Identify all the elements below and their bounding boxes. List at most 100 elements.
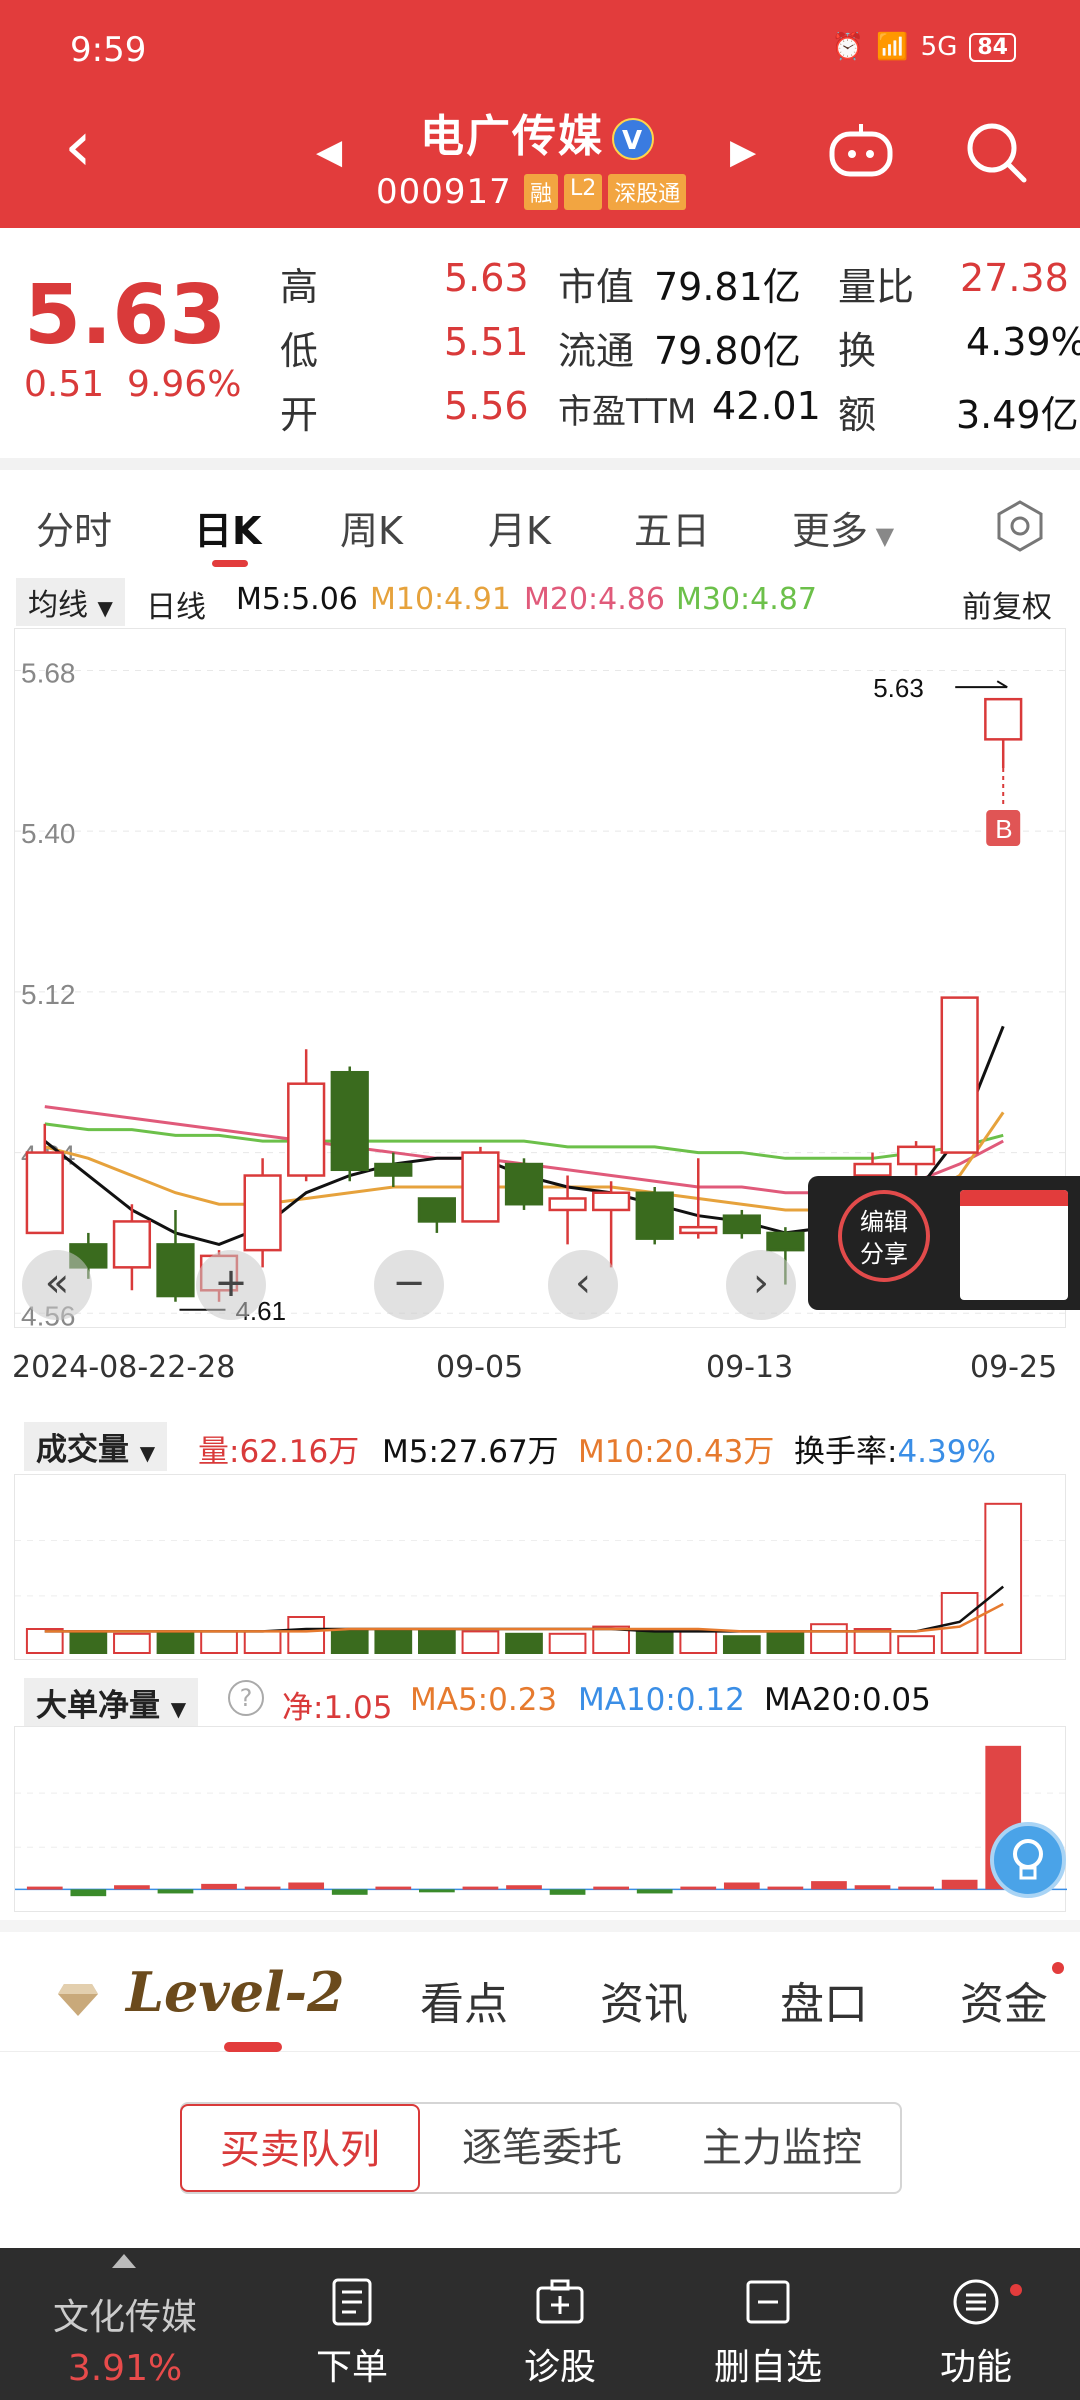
seg-main-monitor[interactable]: 主力监控 (662, 2104, 902, 2192)
next-stock-button[interactable]: ▶ (730, 132, 756, 172)
net-volume-bar (898, 1886, 934, 1890)
volume-ma10-line (44, 1602, 1004, 1633)
bigorder-svg (15, 1745, 1067, 1897)
tips-bulb-button[interactable] (990, 1822, 1066, 1898)
label-volratio: 量比 (838, 265, 915, 309)
section-divider (0, 1920, 1080, 1932)
medical-kit-icon (536, 2279, 584, 2324)
tab-monthly-k[interactable]: 月K (488, 500, 551, 555)
robot-assistant-icon[interactable] (826, 120, 896, 180)
bigorder-dropdown[interactable]: 大单净量 ▼ (24, 1678, 199, 1727)
tab-highlights[interactable]: 看点 (420, 1968, 508, 2032)
sector-info[interactable]: 文化传媒 3.91% (40, 2288, 210, 2389)
volume-bar (722, 1635, 761, 1654)
change-value: 0.51 (24, 364, 105, 405)
net-volume-bar (811, 1881, 847, 1890)
wifi-icon: 📶 (876, 32, 909, 62)
bigorder-ma10: MA10:0.12 (578, 1682, 745, 1718)
sector-name: 文化传媒 (52, 2297, 197, 2338)
tab-capital[interactable]: 资金 (960, 1968, 1048, 2032)
nav-functions[interactable]: 功能 (896, 2276, 1056, 2390)
nav-remove-watchlist-label: 删自选 (713, 2347, 822, 2388)
chevron-down-icon: ▼ (868, 522, 895, 550)
notification-dot (1052, 1962, 1064, 1974)
zoom-in-button[interactable]: + (196, 1250, 266, 1320)
change-pct: 9.96% (127, 364, 242, 405)
tab-more-label: 更多 (792, 509, 869, 553)
back-button[interactable]: ‹ (64, 111, 124, 181)
ma-period: 日线 (146, 590, 206, 625)
tab-daily-k[interactable]: 日K (194, 500, 261, 555)
tab-news[interactable]: 资讯 (600, 1968, 688, 2032)
bottom-nav: 文化传媒 3.91% 下单 诊股 删自选 功能 (0, 2248, 1080, 2400)
sector-pct: 3.91% (67, 2348, 183, 2389)
nav-remove-watchlist[interactable]: 删自选 (688, 2276, 848, 2390)
volume-bar (548, 1632, 587, 1655)
candle-body (417, 1197, 456, 1223)
net-volume-bar (288, 1882, 325, 1890)
net-volume-bar (854, 1885, 891, 1890)
x-tick-2: 09-05 (436, 1350, 524, 1385)
net-volume-bar (70, 1889, 107, 1897)
net-volume-bar (157, 1889, 194, 1894)
ma-dropdown[interactable]: 均线 ▼ (16, 578, 125, 626)
tag-l2: L2 (564, 174, 603, 210)
net-volume-bar (331, 1889, 368, 1895)
stock-name-text: 电广传媒 (420, 111, 604, 162)
tag-margin: 融 (524, 174, 559, 210)
prev-stock-button[interactable]: ◀ (316, 132, 342, 172)
nav-diagnose[interactable]: 诊股 (480, 2276, 640, 2390)
tab-orderbook[interactable]: 盘口 (780, 1968, 868, 2032)
bigorder-chart[interactable] (14, 1726, 1067, 1912)
chart-settings-icon[interactable] (992, 498, 1048, 554)
net-volume-bar (201, 1883, 237, 1890)
volume-bar (200, 1630, 238, 1654)
x-tick-3: 09-13 (706, 1350, 794, 1385)
quote-panel: 5.63 0.51 9.96% 高 5.63 市值 79.81亿 量比 27.3… (0, 228, 1080, 458)
scroll-left-button[interactable]: ‹ (548, 1250, 618, 1320)
high-price-label: 5.63 (873, 673, 924, 703)
candle-body (679, 1225, 718, 1235)
candle-body (896, 1145, 936, 1166)
net-volume-bar (462, 1886, 499, 1890)
candle-body (853, 1162, 892, 1177)
net-volume-bar (680, 1886, 717, 1890)
expand-up-icon[interactable] (112, 2254, 136, 2268)
value-amount: 3.49亿 (956, 393, 1079, 437)
scroll-left-fast-button[interactable]: « (22, 1250, 92, 1320)
seg-tick-orders[interactable]: 逐笔委托 (422, 2104, 662, 2192)
screenshot-thumbnail[interactable] (960, 1190, 1068, 1300)
value-volratio: 27.38 (960, 256, 1069, 300)
status-time: 9:59 (70, 30, 147, 70)
candle-body (287, 1082, 326, 1177)
scroll-right-button[interactable]: › (726, 1250, 796, 1320)
tab-indicator (212, 560, 248, 567)
net-volume-bar (941, 1879, 978, 1890)
ma30-value: M30:4.87 (676, 582, 817, 617)
candle-body (592, 1191, 631, 1212)
volume-chart[interactable] (14, 1474, 1067, 1660)
volume-dropdown[interactable]: 成交量 ▼ (24, 1422, 168, 1471)
ma-dropdown-label: 均线 (28, 588, 88, 623)
edit-share-button[interactable]: 编辑 分享 (838, 1190, 930, 1282)
bigorder-legend: 大单净量 ▼ ? 净:1.05 MA5:0.23 MA10:0.12 MA20:… (0, 1674, 1080, 1730)
tab-intraday[interactable]: 分时 (36, 500, 112, 555)
share-card[interactable]: 编辑 分享 (808, 1176, 1080, 1310)
seg-bid-ask-queue[interactable]: 买卖队列 (180, 2104, 420, 2192)
tab-weekly-k[interactable]: 周K (340, 500, 403, 555)
bigorder-ma5: MA5:0.23 (410, 1682, 558, 1718)
tab-more[interactable]: 更多 ▼ (792, 500, 894, 555)
adjust-mode[interactable]: 前复权 (962, 582, 1052, 626)
nav-place-order-label: 下单 (315, 2347, 388, 2388)
tab-five-day[interactable]: 五日 (634, 500, 710, 555)
volume-legend: 成交量 ▼ 量:62.16万 M5:27.67万 M10:20.43万 换手率:… (0, 1418, 1080, 1474)
search-icon[interactable] (962, 118, 1030, 186)
candle-body (374, 1162, 413, 1177)
level2-logo[interactable]: Level-2 (126, 1960, 345, 2024)
help-icon[interactable]: ? (228, 1680, 264, 1716)
candle-body (243, 1174, 282, 1252)
nav-place-order[interactable]: 下单 (272, 2276, 432, 2390)
volume-bar (897, 1635, 935, 1654)
zoom-out-button[interactable]: − (374, 1250, 444, 1320)
label-low: 低 (280, 329, 319, 373)
